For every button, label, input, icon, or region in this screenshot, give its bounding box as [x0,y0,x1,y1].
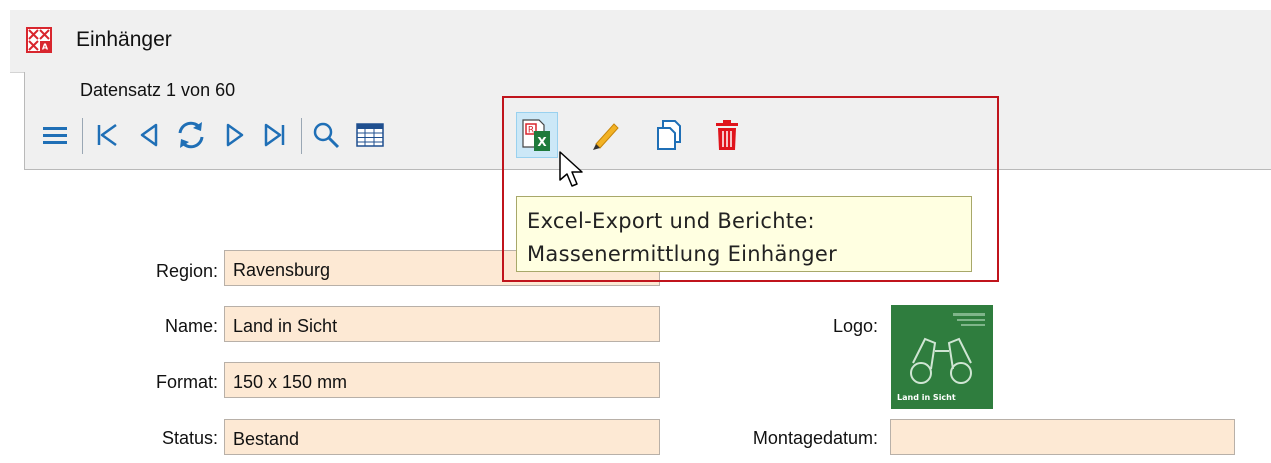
menu-icon [43,127,67,144]
next-record-icon [226,123,244,147]
format-field[interactable]: 150 x 150 mm [224,362,660,398]
copy-icon [657,120,681,150]
delete-trash-icon [716,120,738,150]
previous-record-icon [140,123,158,147]
status-field[interactable]: Bestand [224,419,660,455]
montagedatum-label: Montagedatum: [752,428,878,448]
excel-export-button[interactable]: R X [516,112,558,158]
last-record-button[interactable] [256,113,294,157]
previous-record-button[interactable] [130,113,168,157]
region-label: Region: [155,261,218,281]
search-button[interactable] [307,113,345,157]
name-label: Name: [164,316,218,336]
status-label: Status: [161,428,218,448]
record-status: Datensatz 1 von 60 [80,80,236,100]
logo-image[interactable]: Land in Sicht [891,305,993,409]
copy-button[interactable] [650,113,688,157]
mouse-cursor-icon [559,151,583,187]
format-label: Format: [155,372,218,392]
last-record-icon [264,123,285,147]
montagedatum-field[interactable] [890,419,1235,455]
tooltip-line-2: Massenermittlung Einhänger [527,242,838,266]
delete-button[interactable] [708,113,746,157]
first-record-icon [97,123,117,147]
excel-export-icon: R X [522,119,550,151]
edit-pencil-icon [593,123,619,150]
table-view-button[interactable] [351,113,389,157]
logo-caption: Land in Sicht [897,393,956,402]
name-field[interactable]: Land in Sicht [224,306,660,342]
refresh-button[interactable] [172,113,210,157]
tooltip-line-1: Excel-Export und Berichte: [527,209,815,233]
logo-label: Logo: [832,316,878,336]
menu-button[interactable] [36,113,74,157]
svg-text:R: R [528,126,534,136]
svg-text:A: A [42,43,49,52]
toolbar-separator [82,118,83,154]
tooltip: Excel-Export und Berichte: Massenermittl… [516,196,972,272]
svg-text:X: X [537,135,547,149]
app-logo-icon: A [26,27,52,53]
window-title: Einhänger [76,28,172,51]
first-record-button[interactable] [88,113,126,157]
refresh-icon [178,121,204,149]
window-titlebar: A Einhänger [10,10,1271,73]
edit-button[interactable] [586,113,624,157]
search-icon [313,122,340,149]
toolbar-separator [301,118,302,154]
next-record-button[interactable] [216,113,254,157]
table-view-icon [356,123,384,147]
